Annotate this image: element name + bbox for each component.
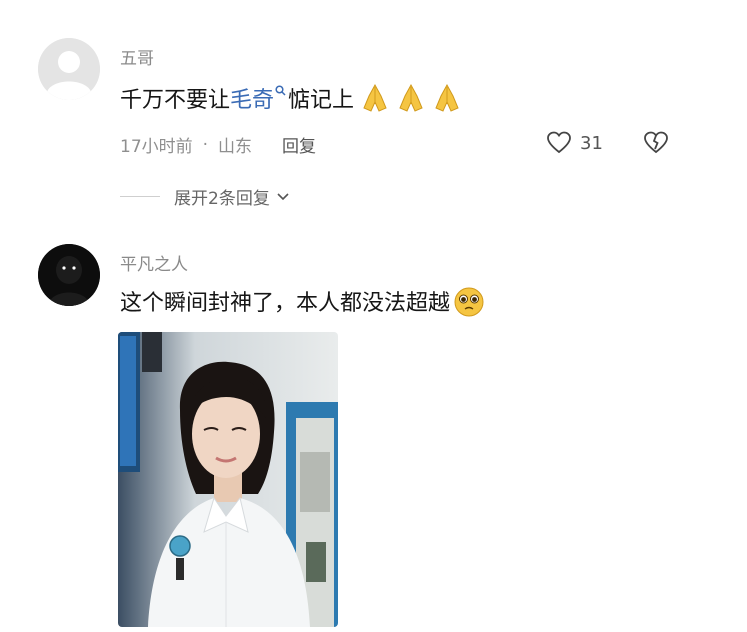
dark-figure-avatar-icon: [38, 244, 100, 306]
comment-text-body: 这个瞬间封神了，本人都没法超越: [120, 291, 451, 316]
comment-image[interactable]: [118, 332, 338, 627]
comment-username[interactable]: 平凡之人: [120, 250, 188, 275]
pleading-face-icon: [454, 287, 484, 317]
comment-text: 这个瞬间封神了，本人都没法超越: [120, 285, 486, 317]
woman-photo-icon: [118, 332, 338, 627]
comment-item: 平凡之人 这个瞬间封神了，本人都没法超越: [0, 0, 747, 632]
avatar[interactable]: [38, 244, 100, 306]
